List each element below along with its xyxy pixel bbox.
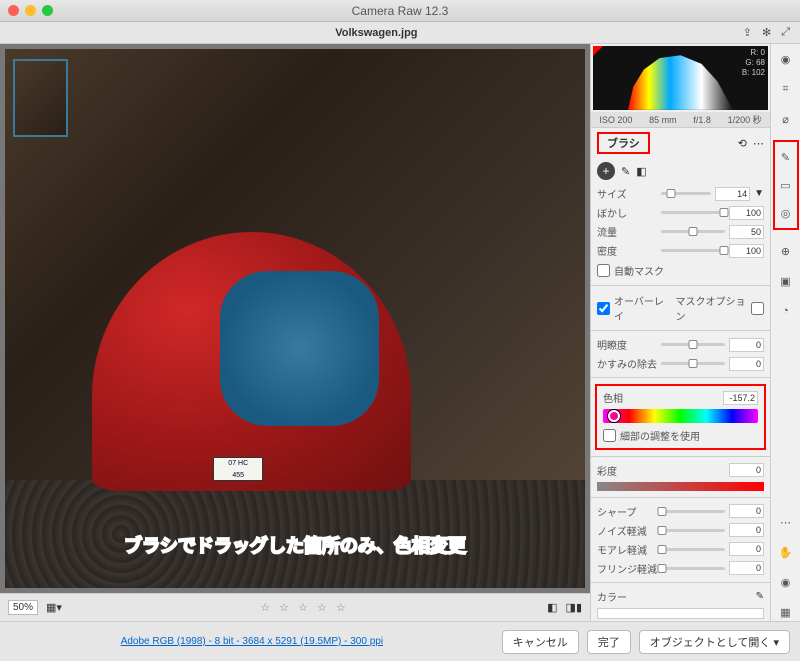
app-title: Camera Raw 12.3 [352,4,449,18]
color-label: カラー [597,589,657,604]
dehaze-slider[interactable]: かすみの除去0 [591,354,770,373]
open-object-button[interactable]: オブジェクトとして開く ▾ [639,630,790,654]
heal-tool-icon[interactable]: ⌀ [777,110,795,128]
minimize-icon[interactable] [25,5,36,16]
filename: Volkswagen.jpg [10,27,743,39]
clipping-warning-icon[interactable] [593,46,603,56]
eraser-icon[interactable]: ◧ [636,165,646,178]
hue-handle[interactable] [608,410,620,422]
hue-section: 色相-157.2 細部の調整を使用 [595,384,766,450]
color-picker-icon[interactable]: ✎ [756,591,764,602]
automask-checkbox[interactable] [597,264,610,277]
gradient-tool-icon[interactable]: ▭ [777,176,795,194]
preset-tool-icon[interactable]: ◔ [777,302,795,320]
feather-slider[interactable]: ぼかし100 [591,203,770,222]
compare-icon[interactable]: ◧ [547,601,557,614]
rating-stars[interactable]: ☆ ☆ ☆ ☆ ☆ [70,601,539,614]
radial-tool-icon[interactable]: ◎ [777,204,795,222]
window-controls [8,5,53,16]
file-metadata[interactable]: Adobe RGB (1998) - 8 bit - 3684 x 5291 (… [10,636,494,647]
hue-value[interactable]: -157.2 [723,391,758,405]
clarity-slider[interactable]: 明瞭度0 [591,335,770,354]
image-preview[interactable]: 07 HC455 ブラシでドラッグした箇所のみ、色相変更 [5,49,585,588]
rgb-readout: R: 0G: 68B: 102 [742,48,765,78]
snapshot-tool-icon[interactable]: ▣ [777,272,795,290]
more-icon[interactable]: ⋯ [753,137,764,150]
histogram[interactable]: R: 0G: 68B: 102 [593,46,768,110]
fringe-slider[interactable]: フリンジ軽減0 [591,559,770,578]
export-icon[interactable]: ⇪ [743,26,752,39]
sampler-tool-icon[interactable]: ◉ [777,573,795,591]
saturation-label: 彩度 [597,463,657,478]
footer: Adobe RGB (1998) - 8 bit - 3684 x 5291 (… [0,621,800,661]
fine-adjust-checkbox[interactable] [603,429,616,442]
edit-tool-icon[interactable]: ◉ [777,50,795,68]
noise-slider[interactable]: ノイズ軽減0 [591,521,770,540]
brush-tools: + ✎ ◧ [591,158,770,184]
annotation-text: ブラシでドラッグした箇所のみ、色相変更 [124,532,466,558]
add-brush-button[interactable]: + [597,162,615,180]
vertical-toolbar: ◉ ⌗ ⌀ ✎ ▭ ◎ ⊕ ▣ ◔ ⋯ ✋ ◉ ▦ [770,44,800,621]
brush-tool-icon[interactable]: ✎ [777,148,795,166]
moire-slider[interactable]: モアレ軽減0 [591,540,770,559]
sharpen-slider[interactable]: シャープ0 [591,502,770,521]
adjustment-panel: R: 0G: 68B: 102 ISO 20085 mmf/1.81/200 秒… [590,44,770,621]
brush-title: ブラシ [597,132,650,154]
density-slider[interactable]: 密度100 [591,241,770,260]
canvas-area: 07 HC455 ブラシでドラッグした箇所のみ、色相変更 50% ▦▾ ☆ ☆ … [0,44,590,621]
grid-icon[interactable]: ▦▾ [46,601,62,614]
fullscreen-icon[interactable]: ⤢ [781,26,790,39]
done-button[interactable]: 完了 [587,630,631,654]
local-tools-group: ✎ ▭ ◎ [773,140,799,230]
hue-slider[interactable] [603,409,758,423]
file-bar: Volkswagen.jpg ⇪ ✻ ⤢ [0,22,800,44]
redeye-tool-icon[interactable]: ⊕ [777,242,795,260]
hand-tool-icon[interactable]: ✋ [777,543,795,561]
zoom-select[interactable]: 50% [8,600,38,615]
flow-slider[interactable]: 流量50 [591,222,770,241]
bottom-toolbar: 50% ▦▾ ☆ ☆ ☆ ☆ ☆ ◧ ◨▮ [0,593,590,621]
size-slider[interactable]: サイズ14▼ [591,184,770,203]
brush-icon[interactable]: ✎ [621,165,630,178]
grid-tool-icon[interactable]: ▦ [777,603,795,621]
color-swatch[interactable] [597,608,764,619]
license-plate: 07 HC455 [213,457,263,481]
overlay-checkbox[interactable] [597,302,610,315]
mask-option-checkbox[interactable] [751,302,764,315]
titlebar: Camera Raw 12.3 [0,0,800,22]
more-tool-icon[interactable]: ⋯ [777,513,795,531]
before-after-icon[interactable]: ◨▮ [566,601,582,614]
hue-label: 色相 [603,390,663,405]
saturation-slider[interactable] [597,482,764,491]
brush-section-header: ブラシ ⟲ ⋯ [591,128,770,158]
exif-bar: ISO 20085 mmf/1.81/200 秒 [591,112,770,129]
crop-tool-icon[interactable]: ⌗ [777,80,795,98]
settings-icon[interactable]: ✻ [762,26,771,39]
filmstrip-thumb[interactable] [13,59,68,137]
undo-icon[interactable]: ⟲ [738,137,747,150]
close-icon[interactable] [8,5,19,16]
cancel-button[interactable]: キャンセル [502,630,579,654]
maximize-icon[interactable] [42,5,53,16]
